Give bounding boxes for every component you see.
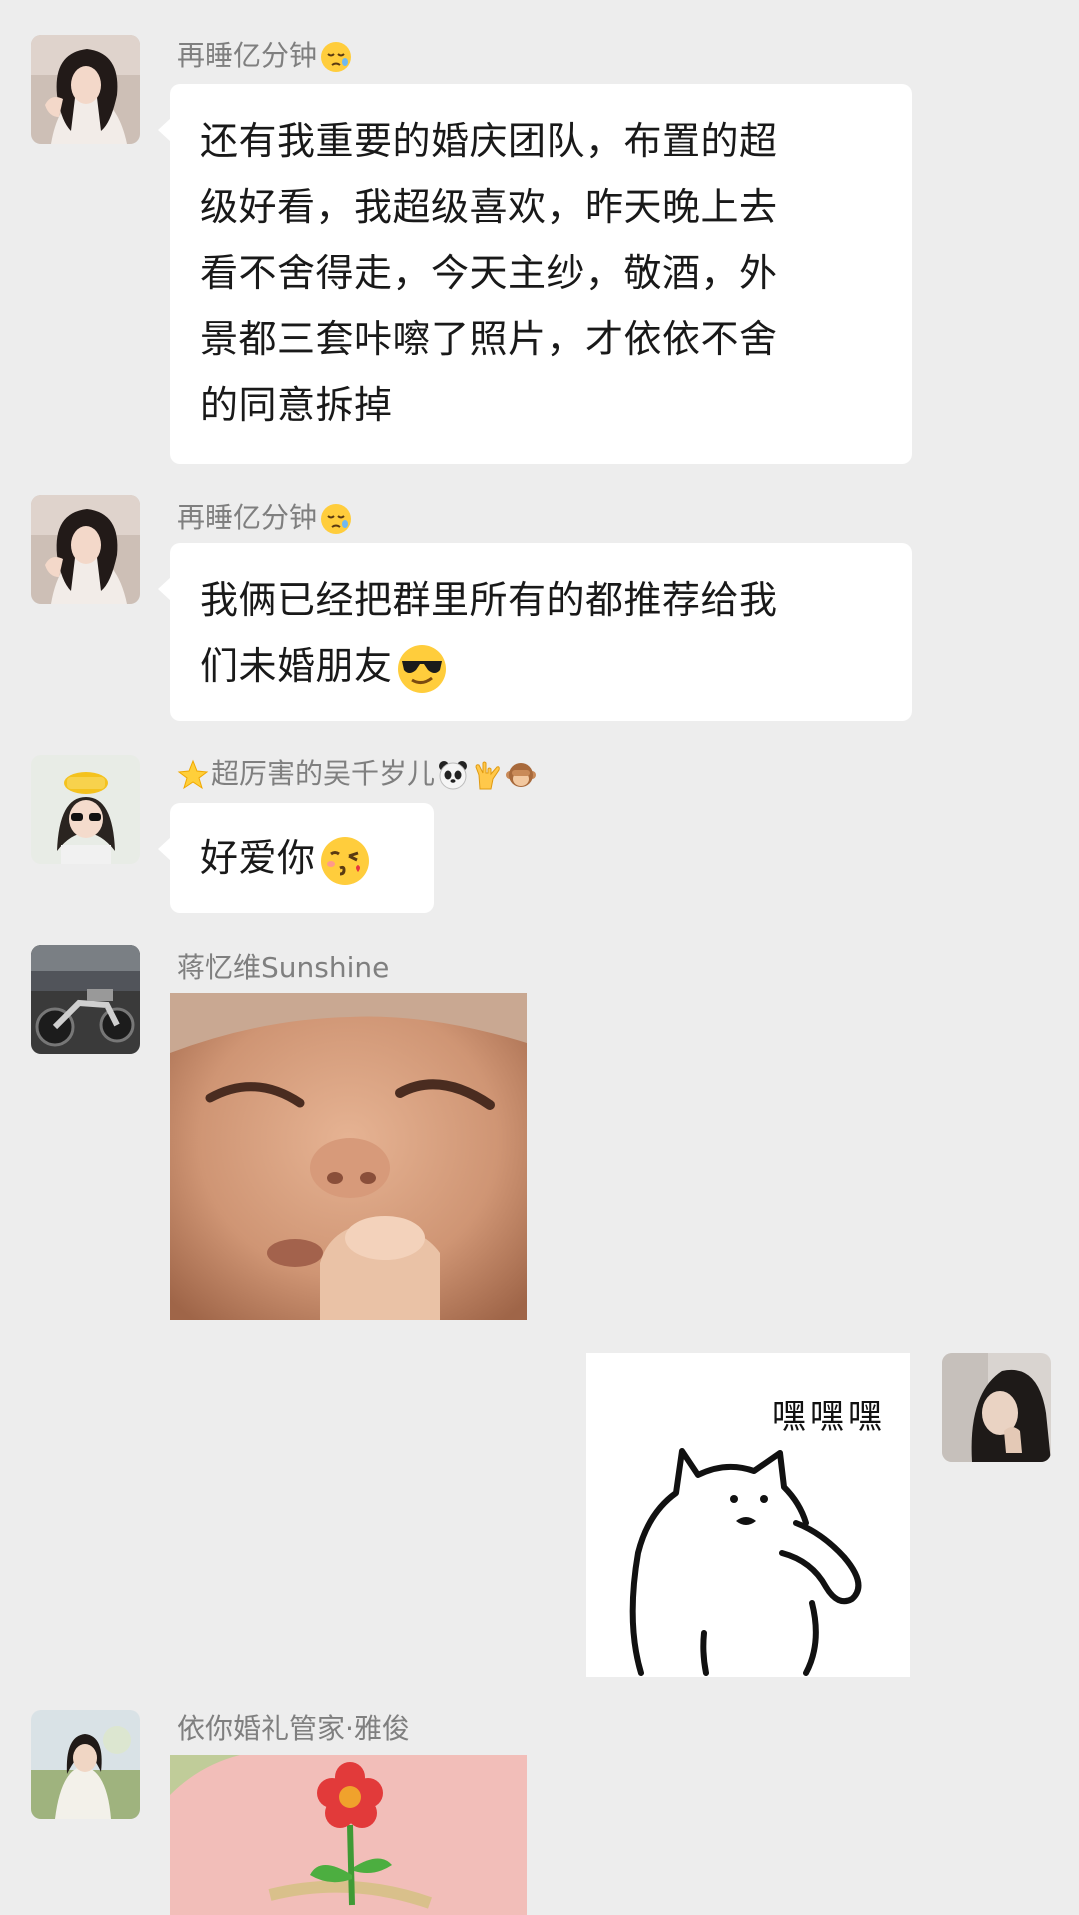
message-line: 们未婚朋友 bbox=[200, 633, 882, 699]
baby-face-image bbox=[170, 993, 527, 1320]
sender-name: 依你婚礼管家·雅俊 bbox=[177, 1712, 410, 1745]
sender-name-text: 超厉害的吴千岁儿 bbox=[211, 757, 436, 790]
avatar[interactable] bbox=[31, 1710, 140, 1819]
cat-drawing bbox=[629, 1448, 862, 1676]
cat-sticker[interactable]: 嘿嘿嘿 bbox=[586, 1353, 910, 1677]
avatar-motorcycle-photo bbox=[31, 945, 140, 1054]
see-no-evil-monkey-icon bbox=[506, 763, 537, 787]
message-line: 景都三套咔嚓了照片，才依依不舍 bbox=[200, 317, 778, 361]
glowing-star-icon bbox=[177, 759, 209, 790]
sender-name: 再睡亿分钟 bbox=[177, 501, 353, 536]
avatar-girl-photo bbox=[31, 495, 140, 604]
message-line: 还有我重要的婚庆团队，布置的超 bbox=[200, 119, 778, 163]
message-line: 我俩已经把群里所有的都推荐给我 bbox=[200, 578, 778, 622]
avatar-girl-photo bbox=[31, 35, 140, 144]
sleepy-face-icon bbox=[321, 504, 352, 534]
message-line: 级好看，我超级喜欢，昨天晚上去 bbox=[200, 185, 778, 229]
message-bubble[interactable]: 还有我重要的婚庆团队，布置的超 级好看，我超级喜欢，昨天晚上去 看不舍得走，今天… bbox=[158, 84, 912, 464]
baby-face-sticker[interactable] bbox=[170, 993, 527, 1320]
panda-face-icon bbox=[439, 761, 468, 790]
avatar[interactable] bbox=[31, 35, 140, 144]
message-line-text: 好爱你 bbox=[200, 836, 316, 880]
avatar-self-photo bbox=[942, 1353, 1051, 1462]
sleepy-face-icon bbox=[321, 42, 352, 72]
sunglasses-face-icon bbox=[397, 644, 446, 693]
avatar[interactable] bbox=[31, 755, 140, 864]
message-line: 的同意拆掉 bbox=[200, 383, 393, 427]
avatar-girl-cartoon bbox=[31, 755, 140, 864]
face-blowing-kiss-icon bbox=[320, 836, 369, 885]
sender-name-text: 再睡亿分钟 bbox=[177, 39, 318, 72]
sender-name: 蒋忆维Sunshine bbox=[177, 951, 390, 984]
flower-image bbox=[170, 1755, 527, 1915]
sender-name-text: 再睡亿分钟 bbox=[177, 501, 318, 534]
message-bubble[interactable]: 我俩已经把群里所有的都推荐给我 们未婚朋友 bbox=[158, 543, 912, 721]
message-line: 看不舍得走，今天主纱，敬酒，外 bbox=[200, 251, 778, 295]
avatar-field-photo bbox=[31, 1710, 140, 1819]
message-line: 好爱你 bbox=[200, 825, 404, 891]
sender-name: 再睡亿分钟 bbox=[177, 39, 353, 74]
message-line-text: 们未婚朋友 bbox=[200, 644, 393, 688]
flower-sticker[interactable] bbox=[170, 1755, 527, 1915]
self-avatar[interactable] bbox=[942, 1353, 1051, 1462]
sender-name: 超厉害的吴千岁儿 bbox=[177, 757, 537, 791]
avatar[interactable] bbox=[31, 945, 140, 1054]
love-you-gesture-icon bbox=[475, 761, 500, 790]
avatar[interactable] bbox=[31, 495, 140, 604]
message-bubble[interactable]: 好爱你 bbox=[158, 803, 434, 913]
